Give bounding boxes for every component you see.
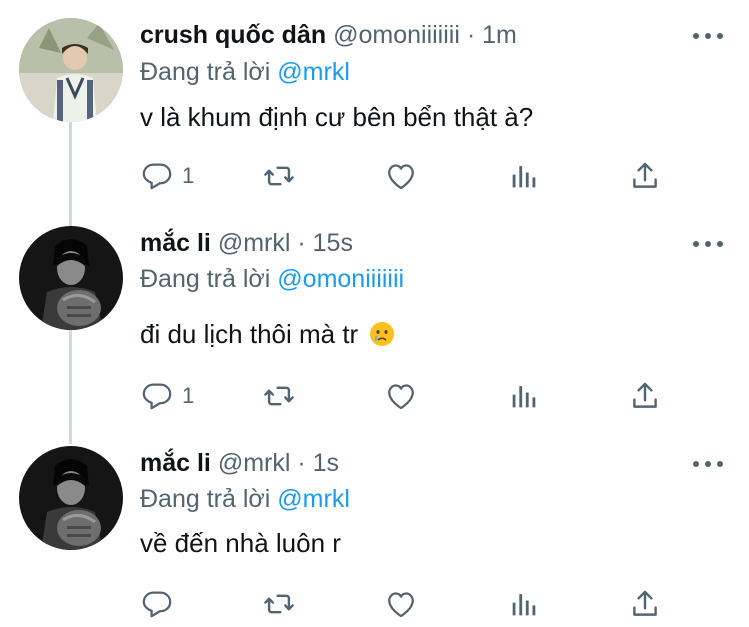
- timestamp[interactable]: 1m: [482, 21, 517, 49]
- share-icon: [633, 382, 657, 408]
- analytics-icon: [512, 594, 536, 616]
- share-icon: [633, 590, 657, 616]
- like-button[interactable]: [384, 584, 418, 624]
- retweet-icon: [264, 386, 294, 406]
- display-name[interactable]: mắc li: [140, 449, 211, 477]
- avatar[interactable]: [19, 446, 123, 550]
- tweet-actions: [0, 584, 749, 624]
- reply-button[interactable]: [140, 584, 182, 624]
- tweet-text: v là khum định cư bên bển thật à?: [140, 102, 534, 132]
- replying-to-label: Đang trả lời: [140, 485, 271, 513]
- analytics-icon: [512, 386, 536, 408]
- separator-dot: ·: [297, 229, 306, 257]
- like-button[interactable]: [384, 376, 418, 416]
- reply-count: 1: [182, 163, 195, 188]
- more-icon[interactable]: [693, 454, 723, 474]
- tweet-actions: 1: [0, 376, 749, 416]
- retweet-button[interactable]: [262, 376, 296, 416]
- share-icon: [633, 162, 657, 188]
- tweet-text: đi du lịch thôi mà tr: [140, 318, 395, 354]
- timestamp[interactable]: 1s: [313, 449, 339, 477]
- tweet-header: mắc li @mrkl · 15s: [140, 228, 669, 258]
- tweet-text: về đến nhà luôn r: [140, 528, 341, 558]
- crying-face-icon: [369, 321, 395, 354]
- reply-icon: [142, 163, 172, 190]
- mention-link[interactable]: @mrkl: [277, 485, 350, 513]
- mention-link[interactable]: @omoniiiiiii: [277, 265, 404, 293]
- avatar[interactable]: [19, 226, 123, 330]
- analytics-icon: [512, 166, 536, 188]
- reply-icon: [142, 591, 172, 618]
- tweet-header: crush quốc dân @omoniiiiiii · 1m: [140, 20, 669, 50]
- tweet-actions: 1: [0, 156, 749, 196]
- share-button[interactable]: [628, 156, 662, 196]
- analytics-button[interactable]: [507, 376, 541, 416]
- user-handle[interactable]: @mrkl: [218, 229, 291, 257]
- display-name[interactable]: crush quốc dân: [140, 21, 326, 49]
- tweet-text-content: đi du lịch thôi mà tr: [140, 319, 359, 349]
- reply-icon: [142, 383, 172, 410]
- mention-link[interactable]: @mrkl: [277, 58, 350, 86]
- reply-button[interactable]: 1: [140, 156, 194, 196]
- replying-to: Đang trả lời @mrkl: [140, 484, 350, 514]
- reply-button[interactable]: 1: [140, 376, 194, 416]
- separator-dot: ·: [466, 21, 476, 49]
- share-button[interactable]: [628, 584, 662, 624]
- user-handle[interactable]: @omoniiiiiii: [333, 21, 460, 49]
- tweet-header: mắc li @mrkl · 1s: [140, 448, 669, 478]
- replying-to: Đang trả lời @mrkl: [140, 57, 350, 87]
- avatar[interactable]: [19, 18, 123, 122]
- replying-to-label: Đang trả lời: [140, 265, 271, 293]
- replying-to: Đang trả lời @omoniiiiiii: [140, 264, 404, 294]
- retweet-button[interactable]: [262, 156, 296, 196]
- share-button[interactable]: [628, 376, 662, 416]
- like-button[interactable]: [384, 156, 418, 196]
- analytics-button[interactable]: [507, 584, 541, 624]
- like-icon: [388, 164, 414, 190]
- timestamp[interactable]: 15s: [313, 229, 353, 257]
- reply-count: 1: [182, 383, 195, 408]
- more-icon[interactable]: [693, 234, 723, 254]
- retweet-button[interactable]: [262, 584, 296, 624]
- separator-dot: ·: [297, 449, 306, 477]
- user-handle[interactable]: @mrkl: [218, 449, 291, 477]
- like-icon: [388, 384, 414, 410]
- replying-to-label: Đang trả lời: [140, 58, 271, 86]
- retweet-icon: [264, 166, 294, 186]
- retweet-icon: [264, 594, 294, 614]
- display-name[interactable]: mắc li: [140, 229, 211, 257]
- analytics-button[interactable]: [507, 156, 541, 196]
- like-icon: [388, 592, 414, 618]
- more-icon[interactable]: [693, 26, 723, 46]
